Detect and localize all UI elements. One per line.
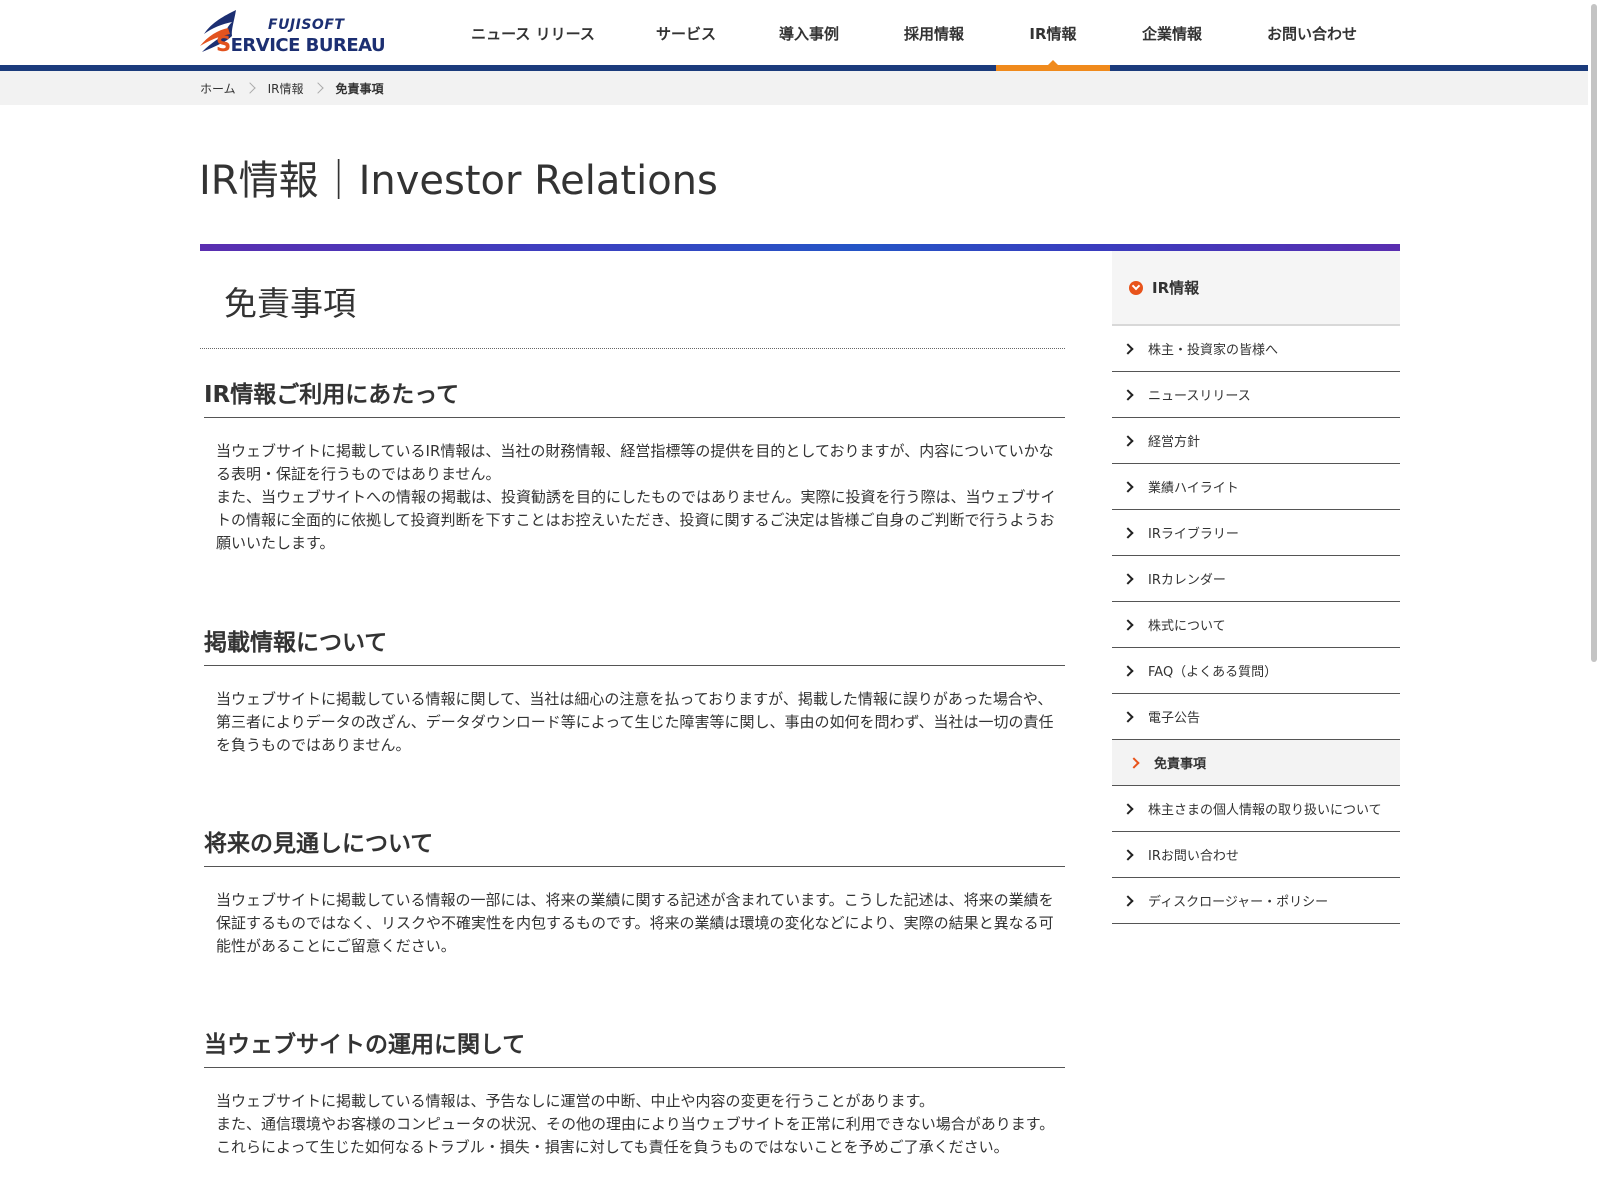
breadcrumb-chevron-icon — [243, 82, 256, 94]
nav-company[interactable]: 企業情報 — [1110, 0, 1234, 66]
page-scrollbar[interactable] — [1588, 0, 1600, 1200]
section-body: 当ウェブサイトに掲載している情報に関して、当社は細心の注意を払っておりますが、掲… — [204, 666, 1065, 757]
sidebar-item-calendar[interactable]: IRカレンダー — [1112, 556, 1400, 602]
chevron-right-icon — [1122, 848, 1134, 861]
chevron-right-icon — [1122, 388, 1134, 401]
chevron-right-icon — [1122, 434, 1134, 447]
breadcrumb-home[interactable]: ホーム — [200, 80, 236, 97]
section-paragraph: 当ウェブサイトに掲載している情報は、予告なしに運営の中断、中止や内容の変更を行う… — [216, 1092, 935, 1110]
nav-active-underline — [996, 65, 1110, 71]
logo-text-bottom: SERVICE BUREAU — [216, 32, 386, 56]
section-paragraph: 当ウェブサイトに掲載している情報の一部には、将来の業績に関する記述が含まれていま… — [216, 891, 1054, 955]
sidebar-item-faq[interactable]: FAQ（よくある質問） — [1112, 648, 1400, 694]
section-published-info: 掲載情報について 当ウェブサイトに掲載している情報に関して、当社は細心の注意を払… — [204, 620, 1065, 757]
breadcrumb-current: 免責事項 — [335, 81, 384, 96]
section-body: 当ウェブサイトに掲載しているIR情報は、当社の財務情報、経営指標等の提供を目的と… — [204, 418, 1065, 555]
breadcrumb: ホーム IR情報 免責事項 — [200, 71, 384, 105]
section-body: 当ウェブサイトに掲載している情報は、予告なしに運営の中断、中止や内容の変更を行う… — [204, 1068, 1065, 1159]
sidebar-item-policy[interactable]: 経営方針 — [1112, 418, 1400, 464]
chevron-right-icon — [1122, 342, 1134, 355]
nav-news-release[interactable]: ニュース リリース — [440, 0, 626, 66]
chevron-down-circle-icon — [1129, 280, 1143, 295]
nav-ir[interactable]: IR情報 — [996, 0, 1110, 71]
sidebar-item-privacy[interactable]: 株主さまの個人情報の取り扱いについて — [1112, 786, 1400, 832]
site-header: FUJISOFT SERVICE BUREAU ニュース リリース サービス 導… — [0, 0, 1600, 71]
chevron-right-icon — [1128, 756, 1140, 769]
chevron-right-icon — [1122, 618, 1134, 631]
site-logo[interactable]: FUJISOFT SERVICE BUREAU — [198, 8, 388, 56]
sidebar-item-news[interactable]: ニュースリリース — [1112, 372, 1400, 418]
section-heading: IR情報ご利用にあたって — [204, 372, 1065, 418]
chevron-right-icon — [1122, 480, 1134, 493]
breadcrumb-ir[interactable]: IR情報 — [268, 80, 304, 97]
scrollbar-thumb[interactable] — [1591, 4, 1597, 662]
section-paragraph: また、通信環境やお客様のコンピュータの状況、その他の理由により当ウェブサイトを正… — [216, 1115, 1055, 1156]
sidebar-item-disclaimer[interactable]: 免責事項 — [1112, 740, 1400, 786]
sidebar-list: 株主・投資家の皆様へ ニュースリリース 経営方針 業績ハイライト IRライブラリ… — [1112, 326, 1400, 924]
nav-case-studies[interactable]: 導入事例 — [746, 0, 872, 66]
chevron-right-icon — [1122, 526, 1134, 539]
section-heading: 将来の見通しについて — [204, 821, 1065, 867]
sidebar-item-library[interactable]: IRライブラリー — [1112, 510, 1400, 556]
sidebar-item-disclosure[interactable]: ディスクロージャー・ポリシー — [1112, 878, 1400, 924]
nav-recruit[interactable]: 採用情報 — [872, 0, 996, 66]
nav-services[interactable]: サービス — [626, 0, 746, 66]
sidebar-heading-label: IR情報 — [1152, 279, 1200, 297]
chevron-right-icon — [1122, 894, 1134, 907]
sidebar-item-ir-contact[interactable]: IRお問い合わせ — [1112, 832, 1400, 878]
chevron-right-icon — [1122, 572, 1134, 585]
section-heading: 掲載情報について — [204, 620, 1065, 666]
section-paragraph: また、当ウェブサイトへの情報の掲載は、投資勧誘を目的にしたものではありません。実… — [216, 488, 1056, 552]
section-title: 免責事項 — [224, 284, 356, 323]
breadcrumb-bar: ホーム IR情報 免責事項 — [0, 71, 1600, 105]
sidebar-item-highlights[interactable]: 業績ハイライト — [1112, 464, 1400, 510]
section-heading: 当ウェブサイトの運用に関して — [204, 1022, 1065, 1068]
sidebar-nav: IR情報 株主・投資家の皆様へ ニュースリリース 経営方針 業績ハイライト IR… — [1112, 251, 1400, 924]
title-divider — [200, 348, 1065, 349]
breadcrumb-chevron-icon — [311, 82, 324, 94]
section-ir-usage: IR情報ご利用にあたって 当ウェブサイトに掲載しているIR情報は、当社の財務情報… — [204, 372, 1065, 555]
nav-contact[interactable]: お問い合わせ — [1234, 0, 1390, 66]
title-gradient-band — [200, 244, 1400, 251]
section-site-operation: 当ウェブサイトの運用に関して 当ウェブサイトに掲載している情報は、予告なしに運営… — [204, 1022, 1065, 1159]
section-paragraph: 当ウェブサイトに掲載しているIR情報は、当社の財務情報、経営指標等の提供を目的と… — [216, 442, 1054, 483]
sidebar-item-stock[interactable]: 株式について — [1112, 602, 1400, 648]
sidebar-item-public-notice[interactable]: 電子公告 — [1112, 694, 1400, 740]
chevron-right-icon — [1122, 710, 1134, 723]
sidebar-heading[interactable]: IR情報 — [1112, 251, 1400, 326]
section-body: 当ウェブサイトに掲載している情報の一部には、将来の業績に関する記述が含まれていま… — [204, 867, 1065, 958]
sidebar-item-message[interactable]: 株主・投資家の皆様へ — [1112, 326, 1400, 372]
logo-text-top: FUJISOFT — [268, 17, 345, 33]
section-forward-looking: 将来の見通しについて 当ウェブサイトに掲載している情報の一部には、将来の業績に関… — [204, 821, 1065, 958]
section-paragraph: 当ウェブサイトに掲載している情報に関して、当社は細心の注意を払っておりますが、掲… — [216, 690, 1054, 754]
page-title: IR情報｜Investor Relations — [199, 158, 718, 204]
chevron-right-icon — [1122, 664, 1134, 677]
chevron-right-icon — [1122, 802, 1134, 815]
global-nav: ニュース リリース サービス 導入事例 採用情報 IR情報 企業情報 お問い合わ… — [440, 0, 1390, 71]
